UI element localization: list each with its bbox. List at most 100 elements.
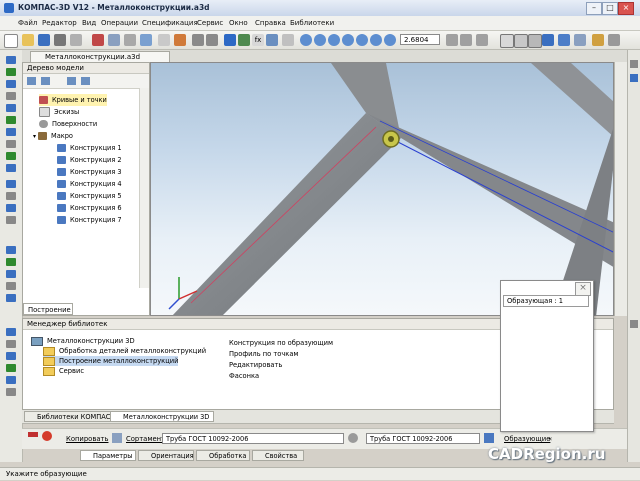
tool-icon-4[interactable]	[6, 92, 16, 100]
tool-icon-14[interactable]	[6, 216, 16, 224]
tree-item-sketches[interactable]: Эскизы	[39, 106, 79, 118]
command-gusset[interactable]: Фасонка	[229, 371, 259, 381]
zoom-next-icon[interactable]	[384, 34, 396, 46]
document-tab[interactable]: Металлоконструкции.a3d	[30, 51, 170, 62]
library-folder-service[interactable]: Сервис	[43, 366, 84, 376]
tool-icon-10[interactable]	[6, 164, 16, 172]
print-icon[interactable]	[54, 34, 66, 46]
rotate-icon[interactable]	[460, 34, 472, 46]
perspective-icon[interactable]	[574, 34, 586, 46]
viewport-scrollbar[interactable]	[614, 62, 628, 316]
tool-icon-9[interactable]	[6, 152, 16, 160]
shaded-edges-icon[interactable]	[558, 34, 570, 46]
tree-icon[interactable]	[158, 34, 170, 46]
stop-icon[interactable]	[28, 432, 38, 437]
tool-icon-17[interactable]	[6, 270, 16, 278]
cursor-icon[interactable]	[282, 34, 294, 46]
tree-scrollbar[interactable]	[139, 88, 149, 288]
right-tool-icon-2[interactable]	[630, 74, 638, 82]
right-tool-icon-1[interactable]	[630, 60, 638, 68]
shaded-icon[interactable]	[542, 34, 554, 46]
copy-label[interactable]: Копировать	[66, 434, 108, 444]
tree-item-construction-2[interactable]: Конструкция 2	[57, 154, 122, 166]
copy-options-icon[interactable]	[112, 433, 122, 443]
tree-structure-icon[interactable]	[41, 77, 50, 85]
menu-editor[interactable]: Редактор	[42, 19, 77, 27]
tree-item-curves[interactable]: Кривые и точки	[39, 94, 107, 106]
zoom-in-icon[interactable]	[300, 34, 312, 46]
tree-view-icon[interactable]	[27, 77, 36, 85]
manager-icon[interactable]	[174, 34, 186, 46]
tree-options-icon[interactable]	[81, 77, 90, 85]
open-icon[interactable]	[22, 34, 34, 46]
tree-item-macro[interactable]: ▾ Макро	[33, 130, 73, 142]
hidden-lines-icon[interactable]	[514, 34, 528, 48]
menu-view[interactable]: Вид	[82, 19, 96, 27]
command-edit[interactable]: Редактировать	[229, 360, 282, 370]
orientation-icon[interactable]	[476, 34, 488, 46]
close-button[interactable]: ×	[618, 2, 634, 15]
tool-icon-11[interactable]	[6, 180, 16, 188]
properties-icon[interactable]	[140, 34, 152, 46]
profile-select-2[interactable]: Труба ГОСТ 10092-2006	[366, 433, 480, 444]
undo-icon[interactable]	[192, 34, 204, 46]
collapse-icon[interactable]: «	[548, 434, 552, 444]
tool-icon-16[interactable]	[6, 258, 16, 266]
wireframe-icon[interactable]	[500, 34, 514, 48]
tool-icon-2[interactable]	[6, 68, 16, 76]
minimize-button[interactable]: –	[586, 2, 602, 15]
model-viewport[interactable]	[150, 62, 614, 316]
tool-icon-20[interactable]	[6, 328, 16, 336]
tool-icon-1[interactable]	[6, 56, 16, 64]
tool-icon-3[interactable]	[6, 80, 16, 88]
library-folder-processing[interactable]: Обработка деталей металлоконструкций	[43, 346, 206, 356]
tool-icon-21[interactable]	[6, 340, 16, 348]
maximize-button[interactable]: □	[602, 2, 618, 15]
tree-item-construction-1[interactable]: Конструкция 1	[57, 142, 122, 154]
tool-icon-13[interactable]	[6, 204, 16, 212]
tool-icon-15[interactable]	[6, 246, 16, 254]
menu-service[interactable]: Сервис	[197, 19, 223, 27]
library-folder-construction[interactable]: Построение металлоконструкций	[43, 356, 179, 366]
tool-icon-24[interactable]	[6, 376, 16, 384]
tree-item-surfaces[interactable]: Поверхности	[39, 118, 97, 130]
zoom-previous-icon[interactable]	[370, 34, 382, 46]
cut-icon[interactable]	[92, 34, 104, 46]
tool-icon-23[interactable]	[6, 364, 16, 372]
tool-icon-6[interactable]	[6, 116, 16, 124]
tree-item-construction-3[interactable]: Конструкция 3	[57, 166, 122, 178]
tool-icon-25[interactable]	[6, 388, 16, 396]
thin-lines-icon[interactable]	[528, 34, 542, 48]
zoom-window-icon[interactable]	[314, 34, 326, 46]
tool-icon-12[interactable]	[6, 192, 16, 200]
paste-icon[interactable]	[124, 34, 136, 46]
preview-icon[interactable]	[70, 34, 82, 46]
menu-window[interactable]: Окно	[229, 19, 248, 27]
tree-filter-icon[interactable]	[67, 77, 76, 85]
tree-item-construction-6[interactable]: Конструкция 6	[57, 202, 122, 214]
settings-icon[interactable]	[608, 34, 620, 46]
library-root[interactable]: Металлоконструкции 3D	[31, 336, 135, 346]
variables-icon[interactable]	[224, 34, 236, 46]
assortment-label[interactable]: Сортамент	[126, 434, 165, 444]
measure-icon[interactable]	[266, 34, 278, 46]
copy-icon[interactable]	[108, 34, 120, 46]
generatrix-label[interactable]: Образующие	[504, 434, 550, 444]
zoom-all-icon[interactable]	[356, 34, 368, 46]
tab-construction[interactable]: Построение	[23, 303, 73, 315]
tab-processing[interactable]: Обработка	[196, 450, 250, 461]
redo-icon[interactable]	[206, 34, 218, 46]
library-picker-icon[interactable]	[484, 433, 494, 443]
menu-file[interactable]: Файл	[18, 19, 37, 27]
tool-icon-19[interactable]	[6, 294, 16, 302]
menu-help[interactable]: Справка	[255, 19, 286, 27]
tool-icon-22[interactable]	[6, 352, 16, 360]
grid-icon[interactable]	[238, 34, 250, 46]
save-icon[interactable]	[38, 34, 50, 46]
command-construction-by-generatrix[interactable]: Конструкция по образующим	[229, 338, 333, 348]
tool-icon-8[interactable]	[6, 140, 16, 148]
tab-kompas-libraries[interactable]: Библиотеки КОМПАС	[24, 411, 116, 422]
new-document-icon[interactable]	[4, 34, 18, 48]
expand-toggle-icon[interactable]: ▾	[33, 133, 36, 140]
profile-picker-icon[interactable]	[348, 433, 358, 443]
